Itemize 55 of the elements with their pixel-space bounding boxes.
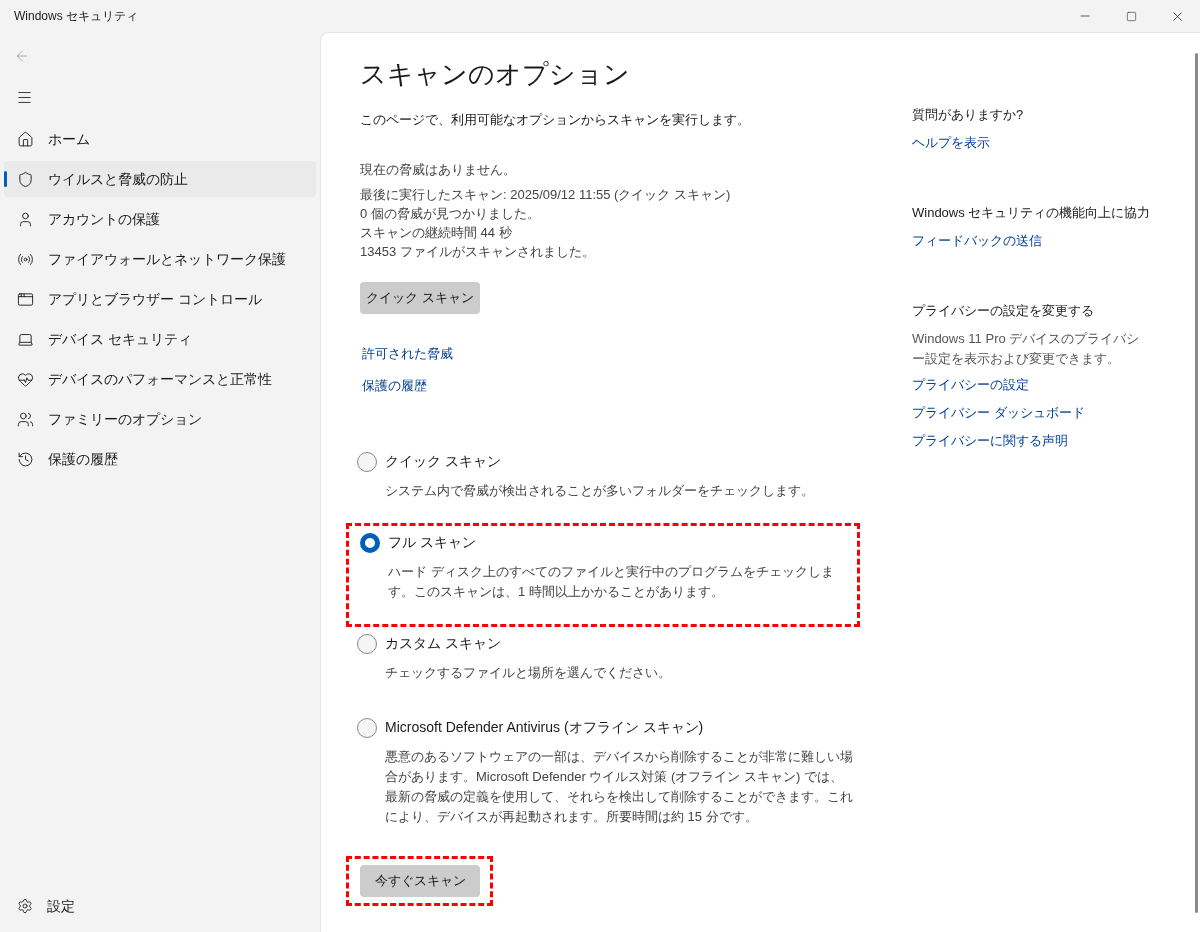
settings-icon	[17, 898, 33, 914]
scan-now-button[interactable]: 今すぐスキャン	[360, 864, 480, 897]
intro-text: このページで、利用可能なオプションからスキャンを実行します。	[360, 111, 751, 129]
link[interactable]: 許可された脅威	[362, 343, 453, 364]
link[interactable]: プライバシーに関する声明	[912, 431, 1068, 451]
window-title: Windows セキュリティ	[14, 8, 138, 25]
shield-icon	[17, 170, 34, 188]
status-text: 最後に実行したスキャン: 2025/09/12 11:55 (クイック スキャン)	[360, 185, 732, 204]
option-description: システム内で脅威が検出されることが多いフォルダーをチェックします。	[385, 481, 815, 500]
radio-button[interactable]	[357, 633, 377, 654]
link[interactable]: プライバシーの設定	[912, 375, 1029, 395]
radio-button[interactable]	[357, 717, 377, 738]
nav-item[interactable]: ホーム	[4, 121, 316, 157]
status-text: スキャンの継続時間 44 秒	[360, 223, 513, 242]
option-label: クイック スキャン	[385, 452, 501, 471]
option-label: Microsoft Defender Antivirus (オフライン スキャン)	[385, 718, 704, 737]
option-description: ハード ディスク上のすべてのファイルと実行中のプログラムをチェックします。このスキャンは、1 時間以上かかることがあります。	[388, 562, 835, 601]
settings-nav-item[interactable]: 設定	[4, 888, 316, 924]
page-title: スキャンのオプション	[360, 58, 631, 91]
nav-item[interactable]: デバイスのパフォーマンスと正常性	[4, 361, 316, 397]
link[interactable]: ヘルプを表示	[912, 133, 990, 153]
nav-item[interactable]: アプリとブラウザー コントロール	[4, 281, 316, 317]
quick-scan-button[interactable]: クイック スキャン	[360, 281, 480, 314]
people-icon	[17, 410, 34, 428]
status-text: 現在の脅威はありません。	[360, 160, 517, 179]
section-heading: 質問がありますか?	[912, 106, 1024, 124]
link[interactable]: フィードバックの送信	[912, 231, 1042, 251]
home-icon	[17, 130, 34, 148]
section-heading: プライバシーの設定を変更する	[912, 302, 1094, 320]
nav-item[interactable]: 保護の履歴	[4, 441, 316, 477]
status-text: 13453 ファイルがスキャンされました。	[360, 242, 596, 261]
option-label: フル スキャン	[388, 533, 476, 552]
history-icon	[17, 450, 34, 468]
radio-button[interactable]	[357, 451, 377, 472]
option-label: カスタム スキャン	[385, 634, 501, 653]
selection-indicator	[4, 171, 7, 187]
heart-pulse-icon	[17, 370, 34, 388]
status-text: 0 個の脅威が見つかりました。	[360, 204, 541, 223]
link[interactable]: プライバシー ダッシュボード	[912, 403, 1085, 423]
radio-button[interactable]	[360, 532, 380, 553]
section-text: Windows 11 Pro デバイスのプライバシー設定を表示および変更できます。	[912, 330, 1141, 368]
option-description: チェックするファイルと場所を選んでください。	[385, 663, 672, 682]
section-heading: Windows セキュリティの機能向上に協力	[912, 204, 1151, 222]
back-icon[interactable]	[14, 48, 30, 64]
nav-item[interactable]: アカウントの保護	[4, 201, 316, 237]
nav-item[interactable]: デバイス セキュリティ	[4, 321, 316, 357]
nav-item[interactable]: ファイアウォールとネットワーク保護	[4, 241, 316, 277]
option-description: 悪意のあるソフトウェアの一部は、デバイスから削除することが非常に難しい場合があります。Microsoft Defender ウイルス対策 (オフライン スキャン) では、最新の脅威の定義を使用して、それらを検出して削除することができます。これにより、デバイスが再起動されます。所要時間は約 15 分です。	[385, 747, 854, 826]
person-icon	[17, 210, 34, 228]
window-icon	[17, 290, 34, 308]
nav-item[interactable]: ファミリーのオプション	[4, 401, 316, 437]
link[interactable]: 保護の履歴	[362, 375, 427, 396]
maximize-icon	[1125, 10, 1137, 22]
scrollbar[interactable]	[1195, 53, 1198, 913]
nav-item[interactable]: ウイルスと脅威の防止	[4, 161, 316, 197]
